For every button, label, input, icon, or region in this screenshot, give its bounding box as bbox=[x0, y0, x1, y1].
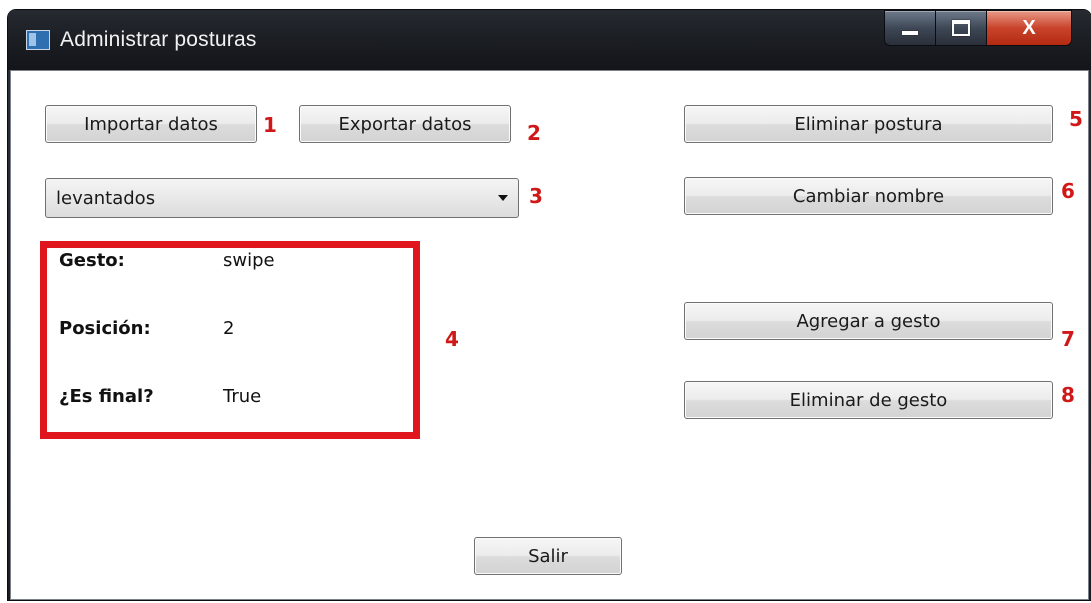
annotation-5: 5 bbox=[1069, 107, 1083, 131]
minimize-icon bbox=[902, 31, 918, 35]
maximize-button[interactable] bbox=[935, 10, 987, 46]
window-title: Administrar posturas bbox=[60, 28, 257, 51]
annotation-3: 3 bbox=[529, 184, 543, 208]
window-client-area: Importar datos 1 Exportar datos 2 levant… bbox=[10, 70, 1089, 600]
title-bar[interactable]: Administrar posturas X bbox=[8, 10, 1091, 70]
rename-button[interactable]: Cambiar nombre bbox=[684, 177, 1053, 215]
position-label: Posición: bbox=[59, 318, 151, 339]
import-data-button[interactable]: Importar datos bbox=[45, 105, 257, 143]
close-icon: X bbox=[1022, 16, 1036, 39]
exit-button[interactable]: Salir bbox=[474, 537, 622, 575]
export-data-button[interactable]: Exportar datos bbox=[299, 105, 511, 143]
annotation-6: 6 bbox=[1061, 179, 1075, 203]
is-final-label: ¿Es final? bbox=[59, 386, 154, 407]
remove-from-gesture-button[interactable]: Eliminar de gesto bbox=[684, 381, 1053, 419]
posture-info-panel: Gesto: swipe Posición: 2 ¿Es final? True bbox=[40, 241, 420, 439]
minimize-button[interactable] bbox=[884, 10, 936, 46]
position-value: 2 bbox=[223, 318, 235, 339]
app-window: Administrar posturas X Importar datos 1 … bbox=[8, 10, 1091, 600]
close-button[interactable]: X bbox=[986, 10, 1072, 46]
gesture-label: Gesto: bbox=[59, 250, 125, 271]
add-to-gesture-button[interactable]: Agregar a gesto bbox=[684, 302, 1053, 340]
annotation-8: 8 bbox=[1061, 383, 1075, 407]
is-final-value: True bbox=[223, 386, 262, 407]
annotation-2: 2 bbox=[527, 121, 541, 145]
posture-select[interactable]: levantados bbox=[45, 178, 519, 218]
maximize-icon bbox=[952, 20, 970, 36]
posture-select-value: levantados bbox=[56, 188, 156, 209]
dropdown-arrow-icon bbox=[498, 195, 508, 201]
annotation-1: 1 bbox=[263, 113, 277, 137]
annotation-7: 7 bbox=[1061, 327, 1075, 351]
delete-posture-button[interactable]: Eliminar postura bbox=[684, 105, 1053, 143]
window-app-icon bbox=[26, 30, 50, 50]
annotation-4: 4 bbox=[445, 327, 459, 351]
gesture-value: swipe bbox=[223, 250, 275, 271]
